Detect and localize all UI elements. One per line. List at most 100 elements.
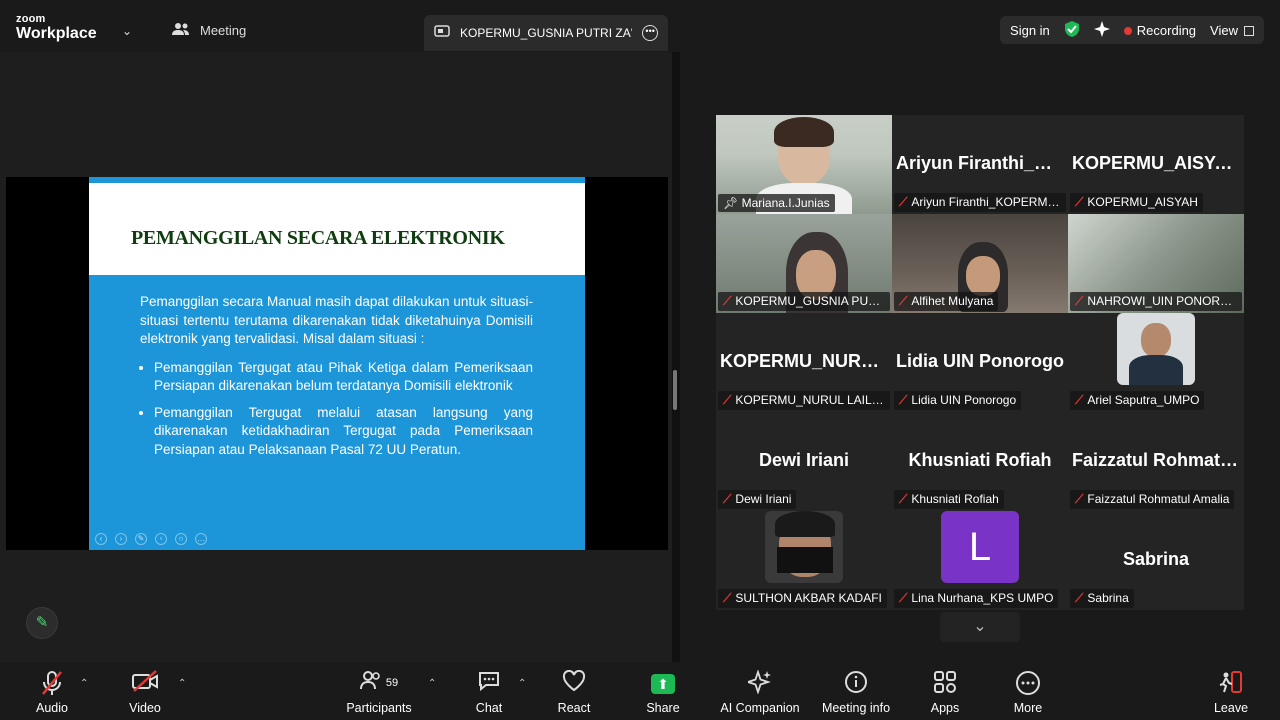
- participant-name: ⟋ NAHROWI_UIN PONOROGO: [1070, 292, 1242, 311]
- mic-muted-icon: ⟋: [1075, 393, 1084, 407]
- info-icon: [816, 670, 896, 696]
- participant-name: 📌︎ Mariana.I.Junias: [718, 194, 835, 212]
- participant-tile[interactable]: L ⟋ Lina Nurhana_KPS UMPO: [892, 511, 1068, 610]
- app-logo[interactable]: zoom Workplace: [16, 14, 97, 42]
- participant-name: ⟋ Faizzatul Rohmatul Amalia: [1070, 490, 1235, 509]
- gallery-next-page-button[interactable]: ⌄: [940, 612, 1020, 642]
- heart-icon: [534, 669, 614, 696]
- mic-muted-icon: ⟋: [723, 591, 732, 605]
- split-divider[interactable]: [672, 52, 680, 662]
- audio-label: Audio: [36, 701, 68, 715]
- mic-muted-icon: ⟋: [899, 393, 908, 407]
- meeting-label: Meeting: [200, 23, 247, 38]
- leave-icon: [1191, 670, 1271, 696]
- meeting-info-button[interactable]: Meeting info: [816, 670, 896, 715]
- screen-share-tab[interactable]: KOPERMU_GUSNIA PUTRI ZA's sc •••: [424, 15, 668, 51]
- chevron-down-icon[interactable]: ⌄: [122, 24, 132, 38]
- participant-tile[interactable]: KOPERMU_NURUL LAILATUL ⟋KOPERMU_NURUL LA…: [716, 313, 892, 412]
- meeting-toolbar: Audio ⌃ Video ⌃ 59 Participants ⌃ Chat ⌃…: [0, 662, 1280, 720]
- participant-name: ⟋ KOPERMU_GUSNIA PUTRI ZA: [718, 292, 890, 311]
- participant-tile[interactable]: ⟋ NAHROWI_UIN PONOROGO: [1068, 214, 1244, 313]
- record-dot-icon: [1123, 26, 1132, 35]
- leave-button[interactable]: Leave: [1191, 670, 1271, 715]
- participant-label: Lina Nurhana_KPS UMPO: [911, 591, 1054, 605]
- participant-tile[interactable]: KOPERMU_AISYAH ⟋ KOPERMU_AISYAH: [1068, 115, 1244, 214]
- participants-button[interactable]: 59 Participants: [339, 670, 419, 715]
- participant-label: KOPERMU_NURUL LAILATUL: [735, 393, 890, 407]
- apps-icon: [905, 670, 985, 696]
- participants-icon: 59: [339, 670, 419, 696]
- meeting-button[interactable]: Meeting: [172, 22, 246, 39]
- mic-muted-icon: ⟋: [723, 294, 732, 308]
- recording-indicator[interactable]: Recording: [1123, 22, 1197, 38]
- participant-name-large: Dewi Iriani: [758, 450, 850, 470]
- participant-label: Dewi Iriani: [735, 492, 792, 506]
- audio-button[interactable]: Audio: [12, 670, 92, 715]
- participant-label: SULTHON AKBAR KADAFI: [735, 591, 882, 605]
- mic-muted-icon: ⟋: [899, 492, 908, 506]
- mic-muted-icon: ⟋: [1075, 591, 1084, 605]
- apps-button[interactable]: Apps: [905, 670, 985, 715]
- participant-name-large: Khusniati Rofiah: [908, 450, 1052, 470]
- shield-check-icon[interactable]: [1064, 20, 1080, 41]
- participant-tile[interactable]: ⟋ Alfihet Mulyana: [892, 214, 1068, 313]
- participant-label: KOPERMU_GUSNIA PUTRI ZA: [735, 294, 890, 308]
- participant-tile[interactable]: Faizzatul Rohmatul Amalia ⟋Faizzatul Roh…: [1068, 412, 1244, 511]
- sign-in-button[interactable]: Sign in: [1010, 23, 1050, 38]
- participant-tile[interactable]: ⟋ SULTHON AKBAR KADAFI: [716, 511, 892, 610]
- participant-tile[interactable]: 📌︎ Mariana.I.Junias: [716, 115, 892, 214]
- participant-tile[interactable]: Ariyun Firanthi_KOPERMU_UNIM ⟋Ariyun Fir…: [892, 115, 1068, 214]
- prev-icon[interactable]: ‹: [95, 533, 107, 545]
- annotate-pen-icon[interactable]: ✎: [26, 607, 58, 639]
- participant-label: Mariana.I.Junias: [741, 196, 830, 210]
- more-options-icon[interactable]: •••: [642, 25, 658, 41]
- more-button[interactable]: More: [988, 670, 1068, 715]
- chat-icon: [449, 670, 529, 696]
- shared-screen-stage: PEMANGGILAN SECARA ELEKTRONIK Pemanggila…: [0, 52, 672, 662]
- share-button[interactable]: ⬆ Share: [623, 670, 703, 715]
- slides-icon[interactable]: ▫: [155, 533, 167, 545]
- slide-body: Pemanggilan secara Manual masih dapat di…: [140, 293, 533, 467]
- participant-name: ⟋Ariyun Firanthi_KOPERMU_UNIM: [894, 193, 1066, 212]
- chat-options-caret-icon[interactable]: ⌃: [518, 678, 526, 689]
- chat-button[interactable]: Chat: [449, 670, 529, 715]
- audio-options-caret-icon[interactable]: ⌃: [80, 678, 88, 689]
- divider-grip[interactable]: [673, 370, 677, 410]
- next-icon[interactable]: ›: [115, 533, 127, 545]
- participant-name: ⟋ Ariel Saputra_UMPO: [1070, 391, 1205, 410]
- participant-tile[interactable]: ⟋ KOPERMU_GUSNIA PUTRI ZA: [716, 214, 892, 313]
- participant-tile[interactable]: Lidia UIN Ponorogo ⟋ Lidia UIN Ponorogo: [892, 313, 1068, 412]
- mic-muted-icon: ⟋: [899, 195, 908, 209]
- participant-tile[interactable]: Sabrina ⟋ Sabrina: [1068, 511, 1244, 610]
- sparkle-icon[interactable]: [1093, 20, 1110, 40]
- share-label: Share: [646, 701, 680, 715]
- more-label: More: [1013, 701, 1043, 715]
- participant-tile[interactable]: Khusniati Rofiah ⟋ Khusniati Rofiah: [892, 412, 1068, 511]
- logo-small: zoom: [16, 13, 46, 25]
- recording-label: Recording: [1136, 22, 1197, 38]
- slide-header-band: PEMANGGILAN SECARA ELEKTRONIK: [89, 183, 585, 275]
- zoom-icon[interactable]: ○: [175, 533, 187, 545]
- pen-icon[interactable]: ✎: [135, 533, 147, 545]
- mic-muted-icon: ⟋: [1075, 294, 1084, 308]
- apps-label: Apps: [930, 701, 960, 715]
- participants-options-caret-icon[interactable]: ⌃: [428, 678, 436, 689]
- react-button[interactable]: React: [534, 669, 614, 715]
- shared-content: PEMANGGILAN SECARA ELEKTRONIK Pemanggila…: [6, 177, 668, 550]
- ai-companion-button[interactable]: AI Companion: [712, 669, 808, 715]
- share-tab-label: KOPERMU_GUSNIA PUTRI ZA's sc: [460, 26, 632, 40]
- participant-name-large: Sabrina: [1122, 549, 1190, 569]
- mic-muted-icon: ⟋: [723, 393, 732, 407]
- video-off-icon: [105, 670, 185, 696]
- participant-name-large: Faizzatul Rohmatul Amalia: [1072, 450, 1244, 470]
- participant-name: ⟋ Khusniati Rofiah: [894, 490, 1004, 509]
- more-icon[interactable]: …: [195, 533, 207, 545]
- participant-tile[interactable]: Dewi Iriani ⟋ Dewi Iriani: [716, 412, 892, 511]
- screen-share-icon: [434, 24, 450, 42]
- view-button[interactable]: View: [1210, 23, 1254, 38]
- video-options-caret-icon[interactable]: ⌃: [178, 678, 186, 689]
- participants-label: Participants: [346, 701, 412, 715]
- video-button[interactable]: Video: [105, 670, 185, 715]
- participant-tile[interactable]: ⟋ Ariel Saputra_UMPO: [1068, 313, 1244, 412]
- slide-bullets: Pemanggilan Tergugat atau Pihak Ketiga d…: [140, 359, 533, 460]
